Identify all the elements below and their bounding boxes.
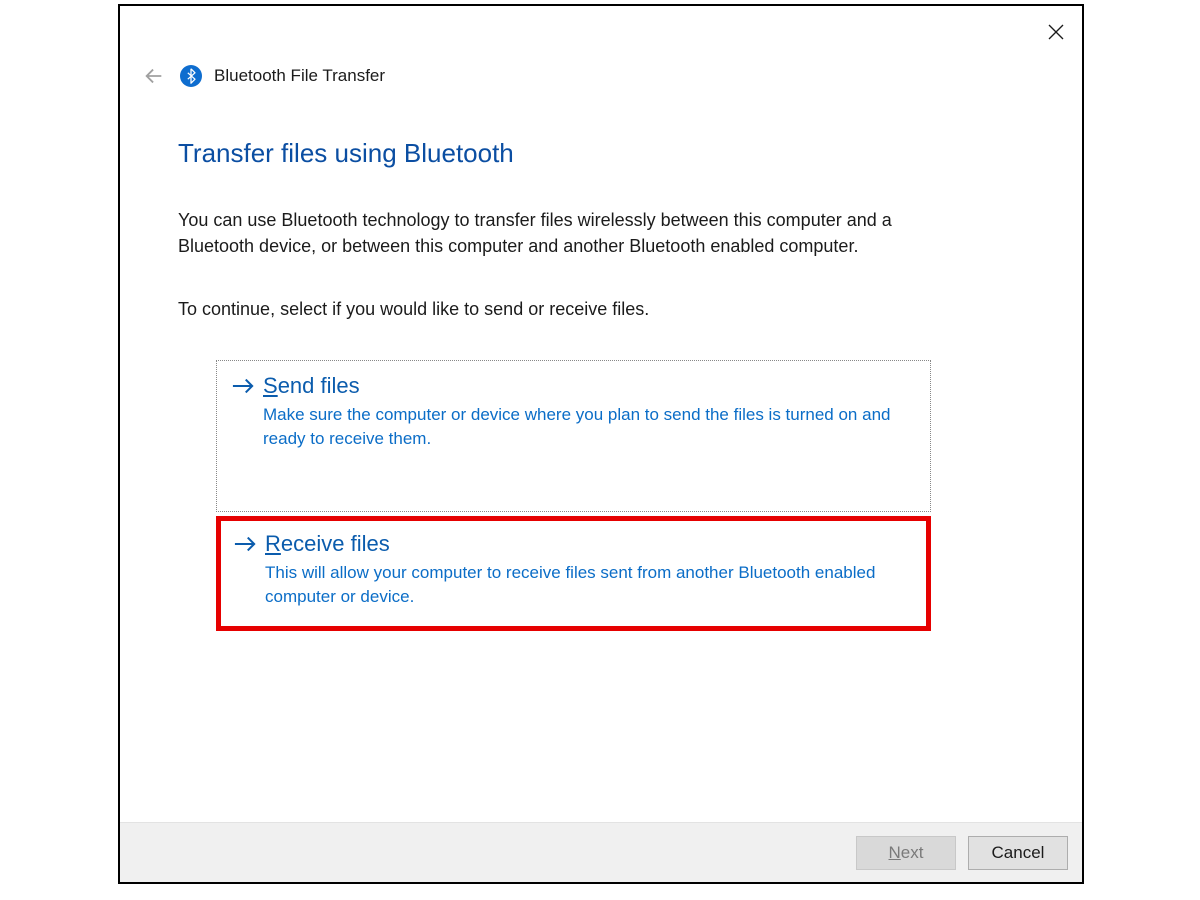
back-button[interactable] <box>142 64 166 88</box>
cancel-button[interactable]: Cancel <box>968 836 1068 870</box>
window-title: Bluetooth File Transfer <box>214 66 385 86</box>
back-arrow-icon <box>143 65 165 87</box>
send-files-subtitle: Make sure the computer or device where y… <box>263 403 916 451</box>
options-list: Send files Make sure the computer or dev… <box>216 360 931 631</box>
next-button[interactable]: Next <box>856 836 956 870</box>
footer-bar: Next Cancel <box>120 822 1082 882</box>
bluetooth-file-transfer-dialog: Bluetooth File Transfer Transfer files u… <box>118 4 1084 884</box>
page-headline: Transfer files using Bluetooth <box>178 138 1024 169</box>
receive-files-title: Receive files <box>265 531 914 557</box>
arrow-right-icon <box>231 373 255 401</box>
bluetooth-icon <box>180 65 202 87</box>
description-text: You can use Bluetooth technology to tran… <box>178 207 908 259</box>
instruction-text: To continue, select if you would like to… <box>178 299 1024 320</box>
receive-files-text: Receive files This will allow your compu… <box>265 531 914 609</box>
send-files-text: Send files Make sure the computer or dev… <box>263 373 916 451</box>
send-files-title: Send files <box>263 373 916 399</box>
content-area: Transfer files using Bluetooth You can u… <box>120 88 1082 822</box>
close-icon <box>1048 24 1064 40</box>
arrow-right-icon <box>233 531 257 559</box>
close-button[interactable] <box>1044 20 1068 44</box>
send-files-option[interactable]: Send files Make sure the computer or dev… <box>216 360 931 512</box>
receive-files-option[interactable]: Receive files This will allow your compu… <box>216 516 931 632</box>
receive-files-subtitle: This will allow your computer to receive… <box>265 561 914 609</box>
header: Bluetooth File Transfer <box>120 6 1082 88</box>
